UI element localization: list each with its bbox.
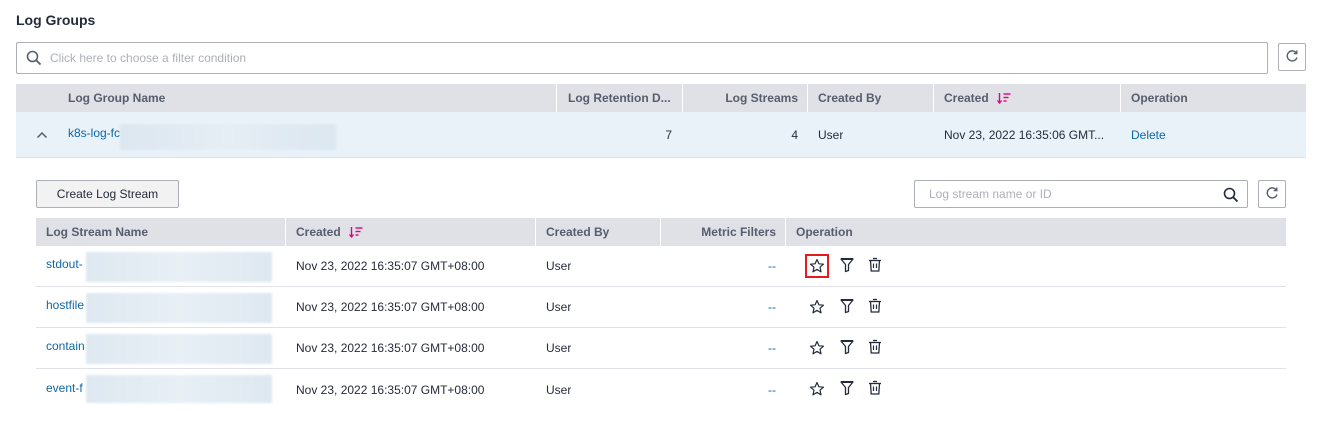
trash-icon[interactable] bbox=[866, 379, 884, 397]
metric-filters-value: -- bbox=[768, 382, 776, 397]
sort-descending-icon[interactable] bbox=[348, 226, 363, 238]
log-stream-search-input[interactable] bbox=[927, 182, 1217, 206]
column-header-created[interactable]: Created bbox=[944, 84, 1011, 112]
page-title: Log Groups bbox=[16, 12, 96, 28]
redacted-region bbox=[120, 124, 336, 150]
log-group-name-link[interactable]: k8s-log-fc bbox=[68, 110, 120, 155]
column-header-metric-filters: Metric Filters bbox=[701, 225, 776, 239]
sort-descending-icon[interactable] bbox=[996, 92, 1011, 104]
created-by-value: User bbox=[546, 300, 572, 314]
search-icon bbox=[25, 49, 43, 67]
star-icon[interactable] bbox=[808, 298, 826, 316]
created-value: Nov 23, 2022 16:35:07 GMT+08:00 bbox=[296, 341, 485, 355]
column-header-operation: Operation bbox=[796, 225, 853, 239]
table-row: contain Nov 23, 2022 16:35:07 GMT+08:00 … bbox=[36, 328, 1286, 369]
created-value: Nov 23, 2022 16:35:06 GMT... bbox=[944, 127, 1105, 142]
refresh-button[interactable] bbox=[1278, 43, 1306, 71]
collapse-chevron-icon[interactable] bbox=[36, 112, 48, 157]
redacted-region bbox=[86, 334, 272, 364]
metric-filters-value: -- bbox=[768, 341, 776, 355]
refresh-icon bbox=[1265, 186, 1279, 203]
column-header-created-by: Created By bbox=[546, 225, 610, 239]
log-groups-table-header: Log Group Name Log Retention D... Log St… bbox=[16, 84, 1306, 112]
created-by-value: User bbox=[546, 341, 572, 355]
table-row: stdout- Nov 23, 2022 16:35:07 GMT+08:00 … bbox=[36, 246, 1286, 287]
log-stream-search[interactable] bbox=[914, 180, 1248, 208]
redacted-region bbox=[86, 375, 272, 403]
filter-icon[interactable] bbox=[838, 379, 856, 397]
star-icon[interactable] bbox=[805, 254, 829, 278]
filter-icon[interactable] bbox=[838, 338, 856, 356]
delete-link[interactable]: Delete bbox=[1131, 112, 1166, 157]
log-streams-table-header: Log Stream Name Created Created By Metri… bbox=[36, 218, 1286, 246]
log-streams-count: 4 bbox=[791, 127, 798, 142]
log-stream-name-link[interactable]: stdout- bbox=[46, 244, 83, 284]
table-row: k8s-log-fc 7 4 User Nov 23, 2022 16:35:0… bbox=[16, 112, 1306, 158]
log-stream-name-link[interactable]: contain bbox=[46, 326, 85, 366]
created-by-value: User bbox=[546, 259, 572, 273]
metric-filters-value: -- bbox=[768, 300, 776, 314]
trash-icon[interactable] bbox=[866, 256, 884, 274]
created-by-value: User bbox=[546, 382, 572, 397]
created-value: Nov 23, 2022 16:35:07 GMT+08:00 bbox=[296, 382, 485, 397]
redacted-region bbox=[86, 252, 272, 282]
column-header-created-label: Created bbox=[944, 91, 989, 105]
trash-icon[interactable] bbox=[866, 338, 884, 356]
search-icon[interactable] bbox=[1223, 187, 1239, 206]
column-header-log-retention[interactable]: Log Retention D... bbox=[568, 84, 671, 112]
created-value: Nov 23, 2022 16:35:07 GMT+08:00 bbox=[296, 300, 485, 314]
refresh-icon bbox=[1285, 49, 1299, 66]
metric-filters-value: -- bbox=[768, 259, 776, 273]
table-row: event-f Nov 23, 2022 16:35:07 GMT+08:00 … bbox=[36, 369, 1286, 410]
filter-search-bar[interactable]: Click here to choose a filter condition bbox=[16, 42, 1268, 74]
star-icon[interactable] bbox=[808, 339, 826, 357]
column-header-log-stream-name: Log Stream Name bbox=[46, 225, 149, 239]
log-stream-name-link[interactable]: event-f bbox=[46, 367, 83, 408]
created-value: Nov 23, 2022 16:35:07 GMT+08:00 bbox=[296, 259, 485, 273]
column-header-created[interactable]: Created bbox=[296, 218, 363, 246]
table-row: hostfile Nov 23, 2022 16:35:07 GMT+08:00… bbox=[36, 287, 1286, 328]
redacted-region bbox=[86, 293, 272, 323]
column-header-created-by: Created By bbox=[818, 91, 882, 105]
created-by-value: User bbox=[818, 127, 844, 142]
filter-placeholder: Click here to choose a filter condition bbox=[50, 51, 247, 65]
filter-icon[interactable] bbox=[838, 297, 856, 315]
create-log-stream-button[interactable]: Create Log Stream bbox=[36, 180, 179, 208]
column-header-log-group-name: Log Group Name bbox=[68, 91, 166, 105]
column-header-log-streams: Log Streams bbox=[725, 91, 798, 105]
column-header-created-label: Created bbox=[296, 225, 341, 239]
refresh-streams-button[interactable] bbox=[1258, 180, 1286, 208]
star-icon[interactable] bbox=[808, 380, 826, 398]
filter-icon[interactable] bbox=[838, 256, 856, 274]
log-stream-name-link[interactable]: hostfile bbox=[46, 285, 84, 325]
log-retention-value: 7 bbox=[665, 127, 672, 142]
column-header-operation: Operation bbox=[1131, 91, 1188, 105]
trash-icon[interactable] bbox=[866, 297, 884, 315]
